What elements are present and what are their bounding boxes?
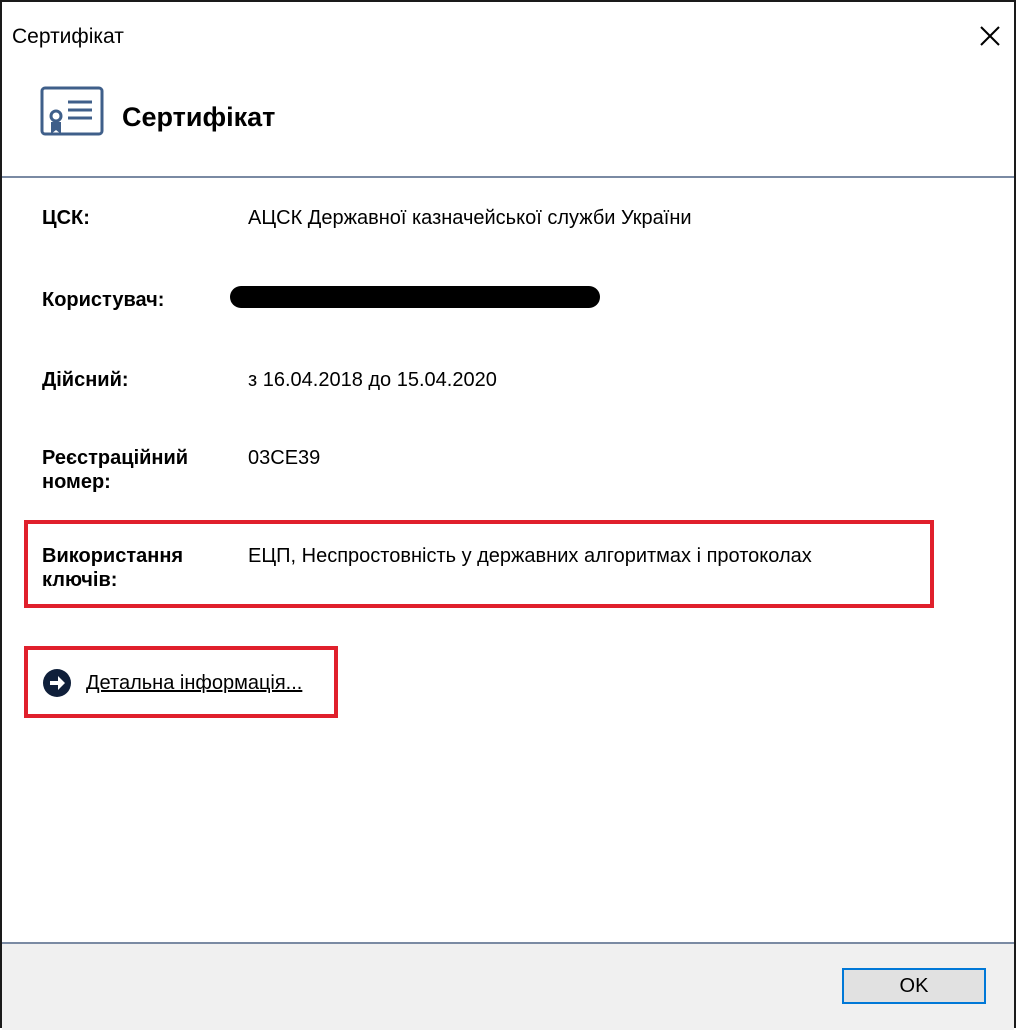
user-label: Користувач:	[42, 289, 165, 311]
details-link-label[interactable]: Детальна інформація...	[86, 671, 302, 695]
key-usage-label-line2: ключів:	[42, 569, 118, 591]
certificate-dialog: Сертифікат Сертифікат ЦСК: АЦСК Державно…	[0, 0, 1016, 1030]
header-title: Сертифікат	[122, 102, 276, 132]
valid-value: з 16.04.2018 до 15.04.2020	[248, 369, 497, 391]
csk-value: АЦСК Державної казначейської служби Укра…	[248, 207, 692, 229]
certificate-details: ЦСК: АЦСК Державної казначейської служби…	[2, 178, 1014, 942]
details-link[interactable]: Детальна інформація...	[42, 668, 302, 698]
reg-number-label-line1: Реєстраційний	[42, 447, 189, 469]
ok-button[interactable]: OK	[842, 968, 986, 1004]
key-usage-label-line1: Використання	[42, 545, 184, 567]
close-icon	[980, 26, 1000, 46]
dialog-header: Сертифікат	[2, 74, 1014, 174]
csk-label: ЦСК:	[42, 207, 90, 229]
key-usage-value: ЕЦП, Неспростовність у державних алгорит…	[248, 545, 812, 567]
reg-number-label: Реєстраційний номер:	[42, 446, 232, 494]
redaction-mark	[230, 286, 600, 308]
title-bar: Сертифікат	[2, 2, 1014, 74]
window-title: Сертифікат	[12, 25, 124, 48]
valid-label: Дійсний:	[42, 369, 129, 391]
reg-number-label-line2: номер:	[42, 471, 111, 493]
arrow-right-circle-icon	[43, 669, 71, 697]
close-button[interactable]	[966, 12, 1014, 60]
key-usage-label: Використання ключів:	[42, 544, 232, 592]
reg-number-value: 03CE39	[248, 447, 321, 469]
certificate-icon	[40, 86, 104, 136]
dialog-footer: OK	[2, 944, 1014, 1030]
